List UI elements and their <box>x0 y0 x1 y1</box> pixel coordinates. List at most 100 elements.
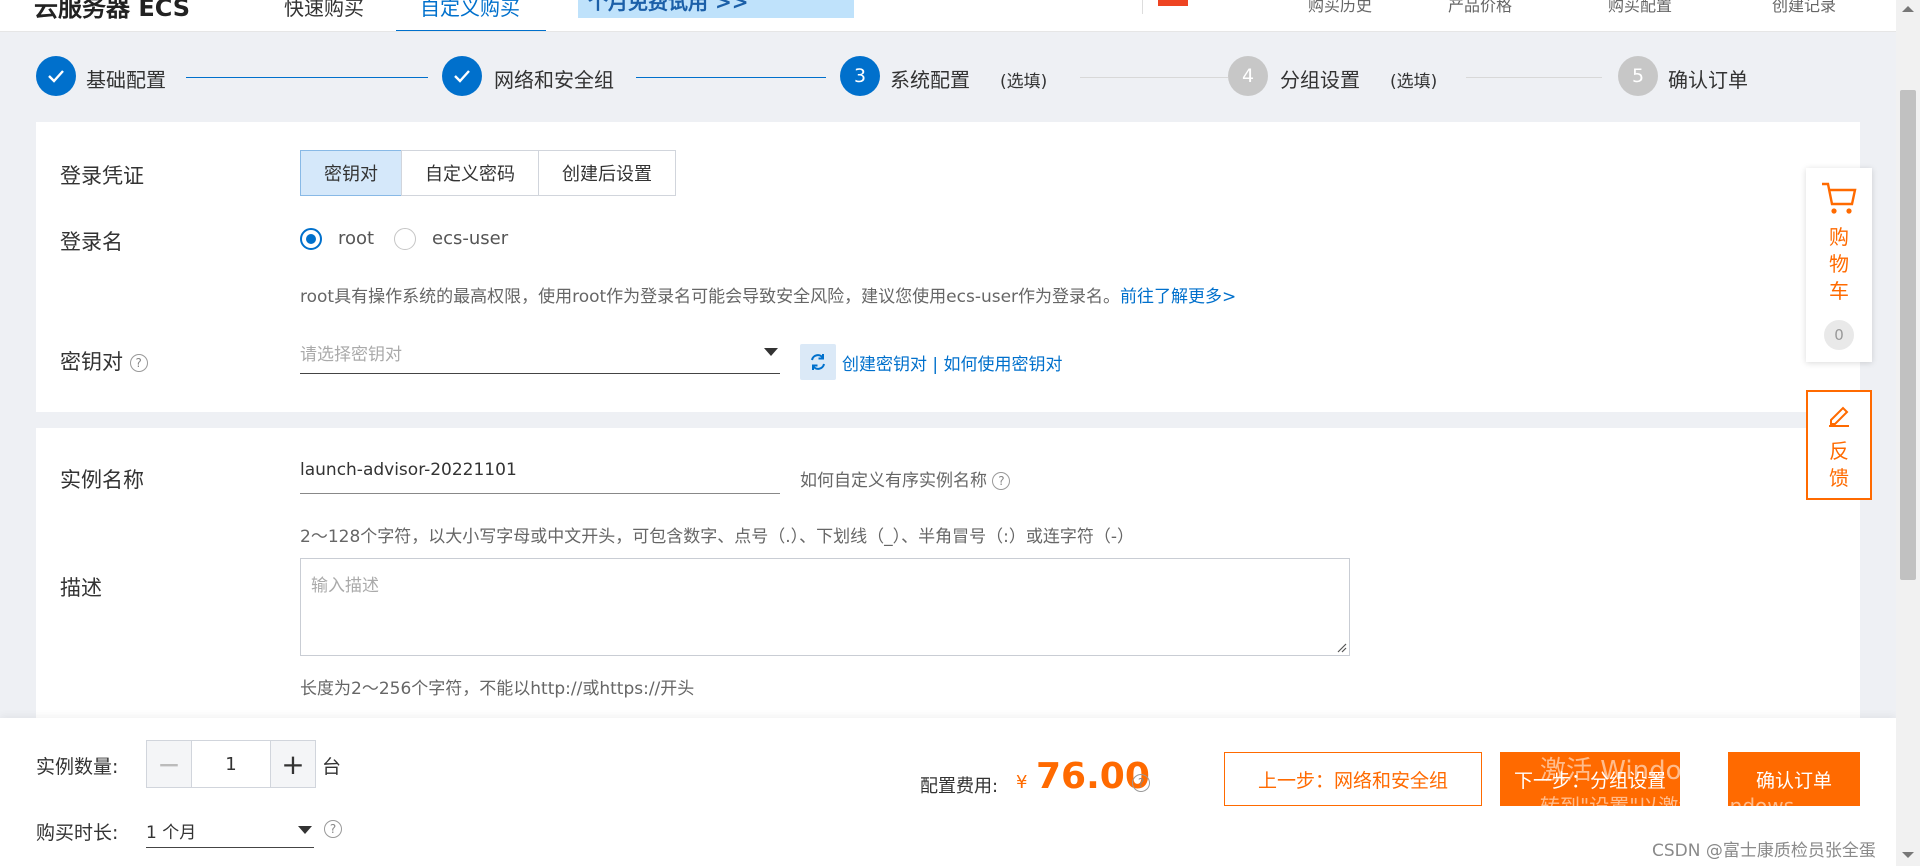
radio-ecs-user[interactable] <box>394 228 416 250</box>
order-footer: 实例数量: − 1 + 台 购买时长: 1 个月 ? 配置费用: ¥ 76.00… <box>0 718 1896 866</box>
help-icon[interactable]: ? <box>1132 774 1150 792</box>
login-panel: 登录凭证 密钥对 自定义密码 创建后设置 登录名 root ecs-user r… <box>36 122 1860 412</box>
step-3-label: 系统配置 <box>890 68 970 92</box>
feedback-label: 反 馈 <box>1808 438 1870 492</box>
instance-name-rule: 2～128个字符，以大小写字母或中文开头，可包含数字、点号（.）、下划线（_）、… <box>300 527 1135 547</box>
step-4-label: 分组设置 <box>1280 68 1360 92</box>
radio-root-label[interactable]: root <box>338 228 374 249</box>
step-1-label: 基础配置 <box>86 68 166 92</box>
step-1-check-icon <box>36 56 76 96</box>
step-connector <box>1466 77 1602 78</box>
keypair-placeholder: 请选择密钥对 <box>300 345 402 365</box>
cart-label-2: 物 <box>1829 252 1849 276</box>
instance-name-help-text: 如何自定义有序实例名称 <box>800 471 987 491</box>
qty-label: 实例数量: <box>36 756 119 778</box>
qty-value[interactable]: 1 <box>191 741 271 787</box>
csdn-watermark: CSDN @富士康质检员张全蛋 <box>1652 841 1876 861</box>
step-2-label: 网络和安全组 <box>494 68 614 92</box>
decrement-button[interactable]: − <box>147 741 191 787</box>
credential-option-keypair[interactable]: 密钥对 <box>300 150 402 196</box>
login-name-label: 登录名 <box>60 230 123 254</box>
top-header: 云服务器 ECS 快速购买 自定义购买 个月免费试用 >> 购买历史 产品价格 … <box>0 0 1896 32</box>
currency-symbol: ¥ <box>1016 772 1028 793</box>
flag-icon <box>1158 0 1188 6</box>
promo-banner[interactable]: 个月免费试用 >> <box>578 0 854 18</box>
description-textarea[interactable]: 输入描述 <box>300 558 1350 656</box>
prev-step-button[interactable]: 上一步：网络和安全组 <box>1224 752 1482 806</box>
chevron-down-icon <box>764 348 778 356</box>
link-price[interactable]: 产品价格 <box>1448 0 1512 16</box>
radio-ecs-user-label[interactable]: ecs-user <box>432 228 508 249</box>
increment-button[interactable]: + <box>271 741 315 787</box>
brand-title: 云服务器 ECS <box>34 0 191 22</box>
root-warning: root具有操作系统的最高权限，使用root作为登录名可能会导致安全风险，建议您… <box>300 282 1236 307</box>
keypair-label-text: 密钥对 <box>60 350 123 374</box>
keypair-select[interactable]: 请选择密钥对 <box>300 332 780 374</box>
step-5-label: 确认订单 <box>1668 68 1748 92</box>
progress-steps: 基础配置 网络和安全组 3 系统配置 (选填) 4 分组设置 (选填) 5 确认… <box>0 40 1896 114</box>
link-create-record[interactable]: 创建记录 <box>1772 0 1836 16</box>
instance-name-label: 实例名称 <box>60 468 144 492</box>
credential-label: 登录凭证 <box>60 164 144 188</box>
credential-option-password[interactable]: 自定义密码 <box>401 150 539 196</box>
learn-more-link[interactable]: 前往了解更多> <box>1120 287 1236 307</box>
help-icon[interactable]: ? <box>324 820 342 838</box>
refresh-icon[interactable] <box>800 344 836 380</box>
step-3-number: 3 <box>840 56 880 96</box>
tab-quick-buy[interactable]: 快速购买 <box>284 0 364 21</box>
duration-label: 购买时长: <box>36 822 119 844</box>
how-to-keypair-link[interactable]: 如何使用密钥对 <box>944 355 1063 375</box>
link-config[interactable]: 购买配置 <box>1608 0 1672 16</box>
keypair-label: 密钥对 ? <box>60 346 148 376</box>
divider <box>1142 0 1143 14</box>
step-connector <box>186 77 428 78</box>
root-warning-text: root具有操作系统的最高权限，使用root作为登录名可能会导致安全风险，建议您… <box>300 287 1121 307</box>
help-icon[interactable]: ? <box>129 354 148 372</box>
radio-root[interactable] <box>300 228 322 250</box>
feedback-label-2: 馈 <box>1829 466 1849 490</box>
step-4-optional: (选填) <box>1390 72 1438 92</box>
scroll-thumb[interactable] <box>1900 90 1916 580</box>
instance-name-help[interactable]: 如何自定义有序实例名称 ? <box>800 466 1011 491</box>
description-label: 描述 <box>60 576 102 600</box>
create-keypair-link[interactable]: 创建密钥对 <box>842 355 927 375</box>
step-2-check-icon <box>442 56 482 96</box>
step-connector <box>636 77 826 78</box>
tab-custom-buy[interactable]: 自定义购买 <box>420 0 520 21</box>
credential-selector: 密钥对 自定义密码 创建后设置 <box>300 150 676 196</box>
description-rule: 长度为2～256个字符，不能以http://或https://开头 <box>300 679 695 699</box>
help-icon[interactable]: ? <box>992 472 1011 490</box>
instance-name-input[interactable]: launch-advisor-20221101 <box>300 452 780 494</box>
link-divider: | <box>927 355 944 375</box>
step-5-number: 5 <box>1618 56 1658 96</box>
duration-select[interactable]: 1 个月 <box>146 808 314 848</box>
cart-label-1: 购 <box>1829 225 1849 249</box>
credential-option-later[interactable]: 创建后设置 <box>538 150 676 196</box>
qty-unit: 台 <box>322 756 342 778</box>
instance-name-value: launch-advisor-20221101 <box>300 460 517 480</box>
edit-icon <box>1829 406 1849 427</box>
shopping-cart-widget[interactable]: 购 物 车 0 <box>1806 168 1872 362</box>
link-purchase-history[interactable]: 购买历史 <box>1308 0 1372 16</box>
chevron-down-icon <box>298 826 312 834</box>
activate-windows-subtitle: 转到"设置"以激活 Windows。 <box>1540 794 1815 818</box>
cart-label-3: 车 <box>1829 279 1849 303</box>
scroll-up-icon[interactable] <box>1902 6 1914 12</box>
step-4-number: 4 <box>1228 56 1268 96</box>
feedback-widget[interactable]: 反 馈 <box>1806 390 1872 500</box>
duration-value: 1 个月 <box>146 823 197 843</box>
fee-value: 76.00 <box>1036 756 1150 797</box>
description-placeholder: 输入描述 <box>311 576 379 596</box>
cart-label: 购 物 车 <box>1806 224 1872 305</box>
vertical-scrollbar[interactable] <box>1896 0 1920 866</box>
quantity-stepper: − 1 + <box>146 740 316 788</box>
scroll-down-icon[interactable] <box>1902 852 1914 858</box>
instance-panel: 实例名称 launch-advisor-20221101 如何自定义有序实例名称… <box>36 428 1860 718</box>
activate-windows-title: 激活 Windows <box>1540 756 1717 786</box>
cart-count-badge: 0 <box>1824 320 1854 350</box>
active-tab-indicator <box>396 30 546 31</box>
resize-grip-icon[interactable] <box>1335 641 1347 653</box>
step-3-optional: (选填) <box>1000 72 1048 92</box>
step-connector <box>1080 77 1228 78</box>
feedback-label-1: 反 <box>1829 439 1849 463</box>
